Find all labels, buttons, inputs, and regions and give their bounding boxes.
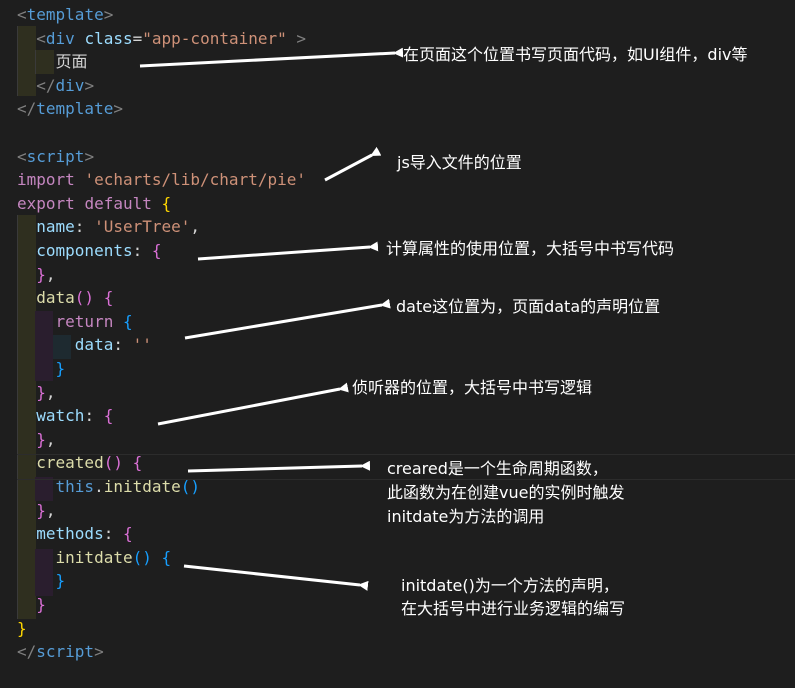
annotation-arrows [139,47,404,591]
arrow-watch [157,382,349,426]
arrow-created [187,460,371,473]
annotation-created-line-2: 此函数为在创建vue的实例时触发 [387,483,625,502]
arrow-methods [183,564,369,591]
arrow-page-code [139,47,404,68]
annotation-methods-line-2: 在大括号中进行业务逻辑的编写 [401,599,626,618]
annotation-methods-line-1: initdate()为一个方法的声明， [401,576,619,595]
arrow-components [197,241,379,261]
annotation-created-line-3: initdate为方法的调用 [387,507,545,526]
annotation-watch: 侦听器的位置，大括号中书写逻辑 [352,378,593,397]
annotation-data: date这位置为，页面data的声明位置 [396,297,661,316]
annotation-page-code: 在页面这个位置书写页面代码，如UI组件，div等 [403,45,748,64]
annotation-js-import: js导入文件的位置 [397,153,522,172]
code-editor[interactable]: <template> <div class="app-container" > … [0,0,795,688]
arrow-data [184,298,391,340]
annotation-created-line-1: creared是一个生命周期函数， [387,459,608,478]
arrow-js-import [324,146,382,182]
annotation-components: 计算属性的使用位置，大括号中书写代码 [386,239,675,258]
